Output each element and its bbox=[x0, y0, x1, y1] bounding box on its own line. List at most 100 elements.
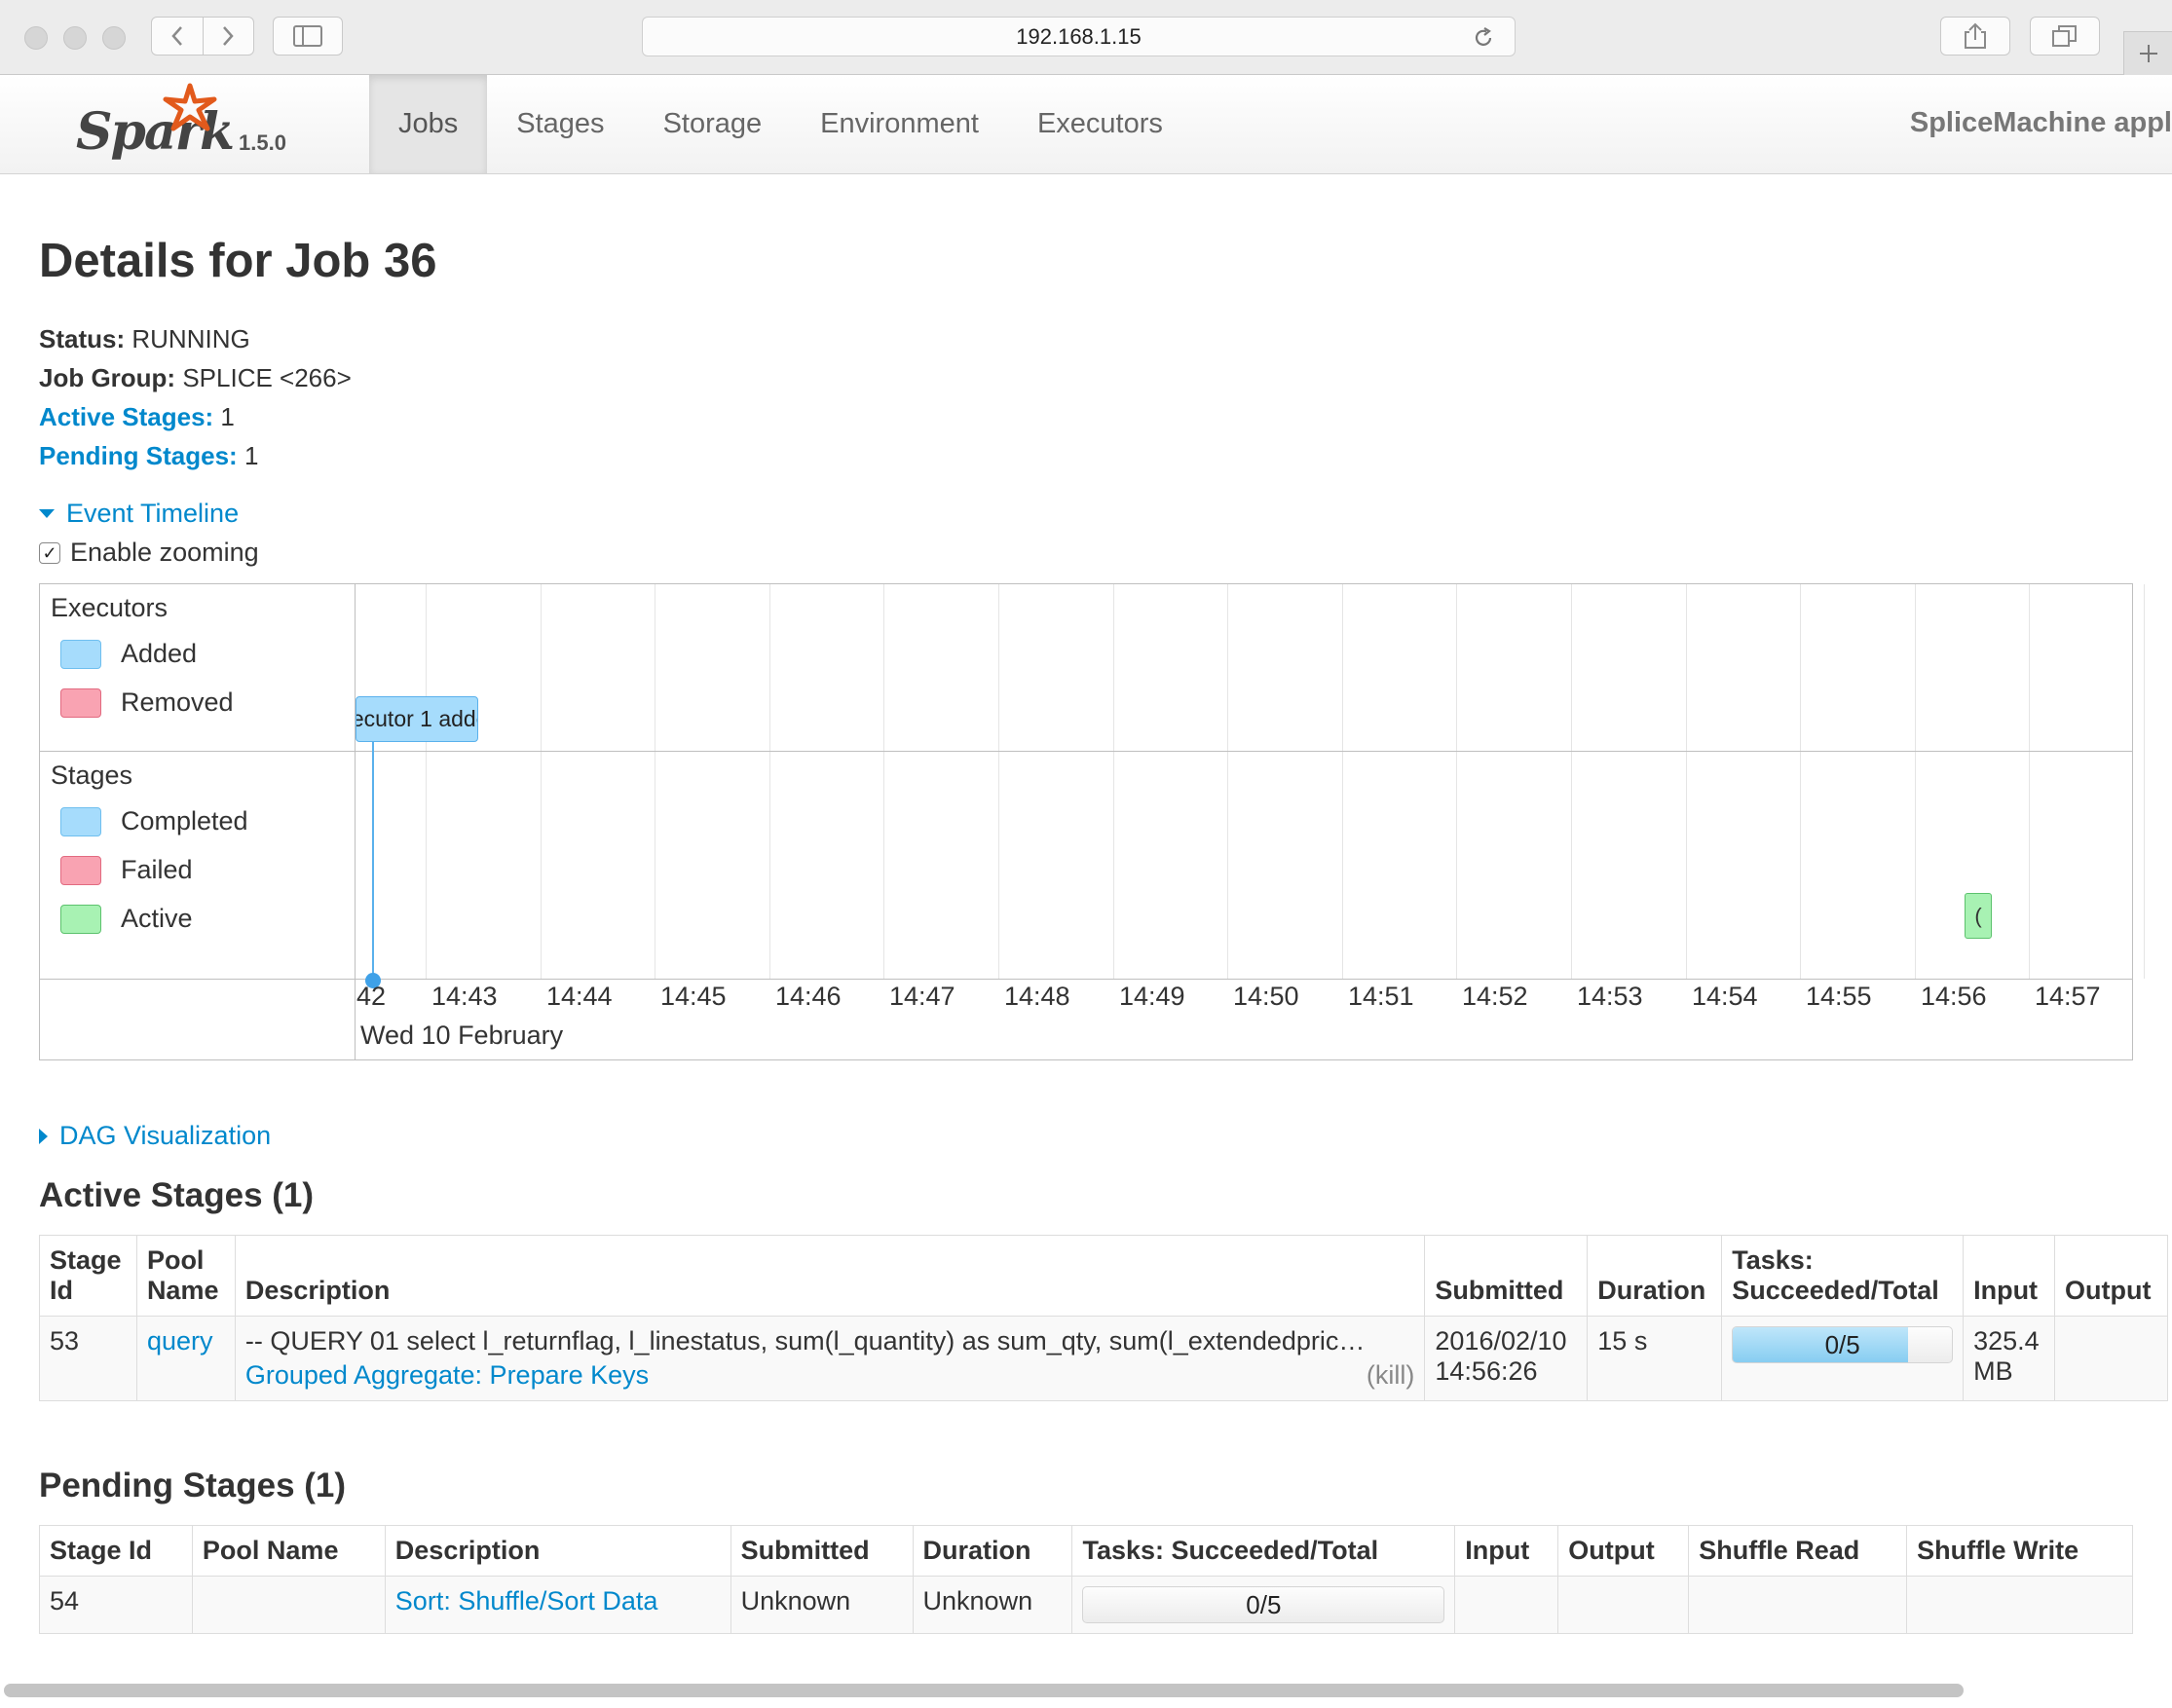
forward-button[interactable] bbox=[202, 18, 254, 55]
legend-executor-removed: Removed bbox=[60, 687, 234, 718]
tabs-icon bbox=[2052, 25, 2077, 47]
enable-zooming[interactable]: ✓ Enable zooming bbox=[39, 538, 259, 568]
close-window-icon[interactable] bbox=[24, 26, 48, 50]
column-output[interactable]: Output bbox=[2054, 1235, 2168, 1317]
column-description[interactable]: Description bbox=[234, 1235, 1426, 1317]
stage-detail-link[interactable]: Sort: Shuffle/Sort Data bbox=[395, 1586, 658, 1615]
horizontal-scrollbar[interactable] bbox=[4, 1684, 1964, 1697]
tasks-progress-text: 0/5 bbox=[1824, 1329, 1860, 1359]
active-stages-value: 1 bbox=[220, 402, 235, 431]
tab-storage[interactable]: Storage bbox=[634, 75, 792, 173]
active-stages-link[interactable]: Active Stages: bbox=[39, 402, 213, 431]
timeline-tick-label: 14:44 bbox=[546, 982, 613, 1011]
application-name: SpliceMachine appl bbox=[1909, 107, 2172, 138]
timeline-gridline bbox=[1456, 584, 1457, 979]
new-tab-button[interactable] bbox=[2123, 31, 2172, 75]
column-submitted[interactable]: Submitted bbox=[1424, 1235, 1589, 1317]
column-stage-id[interactable]: Stage Id bbox=[39, 1235, 137, 1317]
reload-icon[interactable] bbox=[1472, 26, 1495, 50]
tab-jobs[interactable]: Jobs bbox=[369, 75, 488, 173]
tab-stages[interactable]: Stages bbox=[487, 75, 633, 173]
legend-label-active: Active bbox=[121, 904, 193, 933]
executor-event-line bbox=[372, 742, 374, 980]
column-input[interactable]: Input bbox=[1454, 1525, 1559, 1577]
legend-label-completed: Completed bbox=[121, 806, 248, 835]
tab-executors[interactable]: Executors bbox=[1008, 75, 1192, 173]
tab-environment[interactable]: Environment bbox=[791, 75, 1008, 173]
column-duration[interactable]: Duration bbox=[912, 1525, 1073, 1577]
column-shuffle-read[interactable]: Shuffle Read bbox=[1688, 1525, 1908, 1577]
back-button[interactable] bbox=[152, 18, 203, 55]
legend-swatch-added bbox=[60, 639, 101, 669]
chevron-left-icon bbox=[171, 26, 182, 46]
column-submitted[interactable]: Submitted bbox=[730, 1525, 914, 1577]
tasks-progress-bar: 0/5 bbox=[1082, 1586, 1445, 1623]
timeline-gridline bbox=[883, 584, 884, 979]
event-timeline[interactable]: Executors Added Removed Stages Completed… bbox=[39, 583, 2145, 1060]
spark-logo[interactable]: Spark bbox=[76, 83, 242, 170]
timeline-tick-label: 14:47 bbox=[889, 982, 955, 1011]
active-stage-event[interactable]: ( bbox=[1965, 893, 1992, 939]
timeline-gridline bbox=[1800, 584, 1801, 979]
kill-link[interactable]: (kill) bbox=[1367, 1360, 1414, 1391]
enable-zooming-checkbox[interactable]: ✓ bbox=[39, 541, 60, 564]
column-pool-name[interactable]: Pool Name bbox=[191, 1525, 386, 1577]
timeline-gridline bbox=[426, 584, 427, 979]
pending-stages-table: Stage Id Pool Name Description Submitted… bbox=[39, 1525, 2133, 1634]
timeline-tick-label: 14:51 bbox=[1348, 982, 1414, 1011]
expanded-arrow-icon bbox=[39, 509, 55, 518]
output-cell bbox=[2054, 1316, 2168, 1401]
legend-swatch-completed bbox=[60, 806, 101, 836]
executor-added-event[interactable]: Executor 1 added bbox=[356, 696, 478, 742]
description-cell: -- QUERY 01 select l_returnflag, l_lines… bbox=[234, 1316, 1426, 1401]
pending-stages-link[interactable]: Pending Stages: bbox=[39, 441, 238, 470]
timeline-tick-label: 14:54 bbox=[1692, 982, 1758, 1011]
column-stage-id[interactable]: Stage Id bbox=[39, 1525, 193, 1577]
legend-swatch-active bbox=[60, 904, 101, 934]
column-shuffle-write[interactable]: Shuffle Write bbox=[1906, 1525, 2133, 1577]
enable-zooming-label: Enable zooming bbox=[70, 538, 259, 567]
zoom-window-icon[interactable] bbox=[102, 26, 126, 50]
pool-cell: query bbox=[135, 1316, 236, 1401]
timeline-gridline bbox=[998, 584, 999, 979]
sidebar-toggle-button[interactable] bbox=[273, 17, 343, 56]
timeline-legend-column: Executors Added Removed Stages Completed… bbox=[40, 584, 356, 1059]
column-output[interactable]: Output bbox=[1557, 1525, 1690, 1577]
stage-detail-link[interactable]: Grouped Aggregate: Prepare Keys bbox=[245, 1360, 649, 1390]
minimize-window-icon[interactable] bbox=[63, 26, 87, 50]
output-cell bbox=[1557, 1576, 1690, 1634]
table-header-row: Stage Id Pool Name Description Submitted… bbox=[39, 1235, 2168, 1317]
pending-stages-heading: Pending Stages (1) bbox=[39, 1467, 347, 1504]
column-tasks[interactable]: Tasks: Succeeded/Total bbox=[1721, 1235, 1965, 1317]
active-stages-table: Stage Id Pool Name Description Submitted… bbox=[39, 1235, 2168, 1401]
column-description[interactable]: Description bbox=[384, 1525, 731, 1577]
legend-label-failed: Failed bbox=[121, 855, 193, 884]
shuffle-write-cell bbox=[1906, 1576, 2133, 1634]
timeline-tick-label: 14:52 bbox=[1462, 982, 1528, 1011]
column-tasks[interactable]: Tasks: Succeeded/Total bbox=[1071, 1525, 1456, 1577]
executors-stages-divider bbox=[40, 751, 2132, 752]
share-button[interactable] bbox=[1940, 17, 2010, 56]
column-pool-name[interactable]: Pool Name bbox=[135, 1235, 236, 1317]
legend-label-added: Added bbox=[121, 639, 198, 668]
legend-stage-active: Active bbox=[60, 904, 193, 934]
legend-swatch-removed bbox=[60, 687, 101, 718]
address-bar[interactable]: 192.168.1.15 bbox=[642, 17, 1516, 56]
timeline-tick-label: 14:53 bbox=[1577, 982, 1643, 1011]
tabs-overview-button[interactable] bbox=[2030, 17, 2100, 56]
event-timeline-toggle[interactable]: Event Timeline bbox=[39, 499, 239, 529]
dag-visualization-toggle[interactable]: DAG Visualization bbox=[39, 1121, 271, 1151]
stages-legend-title: Stages bbox=[51, 761, 133, 790]
timeline-date: Wed 10 February bbox=[360, 1021, 564, 1050]
input-cell: 325.4 MB bbox=[1963, 1316, 2056, 1401]
job-group-value: SPLICE <266> bbox=[182, 363, 352, 392]
share-icon bbox=[1965, 22, 1986, 49]
column-duration[interactable]: Duration bbox=[1587, 1235, 1723, 1317]
browser-toolbar: 192.168.1.15 bbox=[0, 0, 2172, 75]
tasks-cell: 0/5 bbox=[1071, 1576, 1456, 1634]
axis-divider bbox=[40, 979, 2132, 980]
legend-executor-added: Added bbox=[60, 639, 197, 669]
pool-link[interactable]: query bbox=[147, 1326, 213, 1355]
job-group-label: Job Group: bbox=[39, 363, 176, 392]
column-input[interactable]: Input bbox=[1963, 1235, 2056, 1317]
